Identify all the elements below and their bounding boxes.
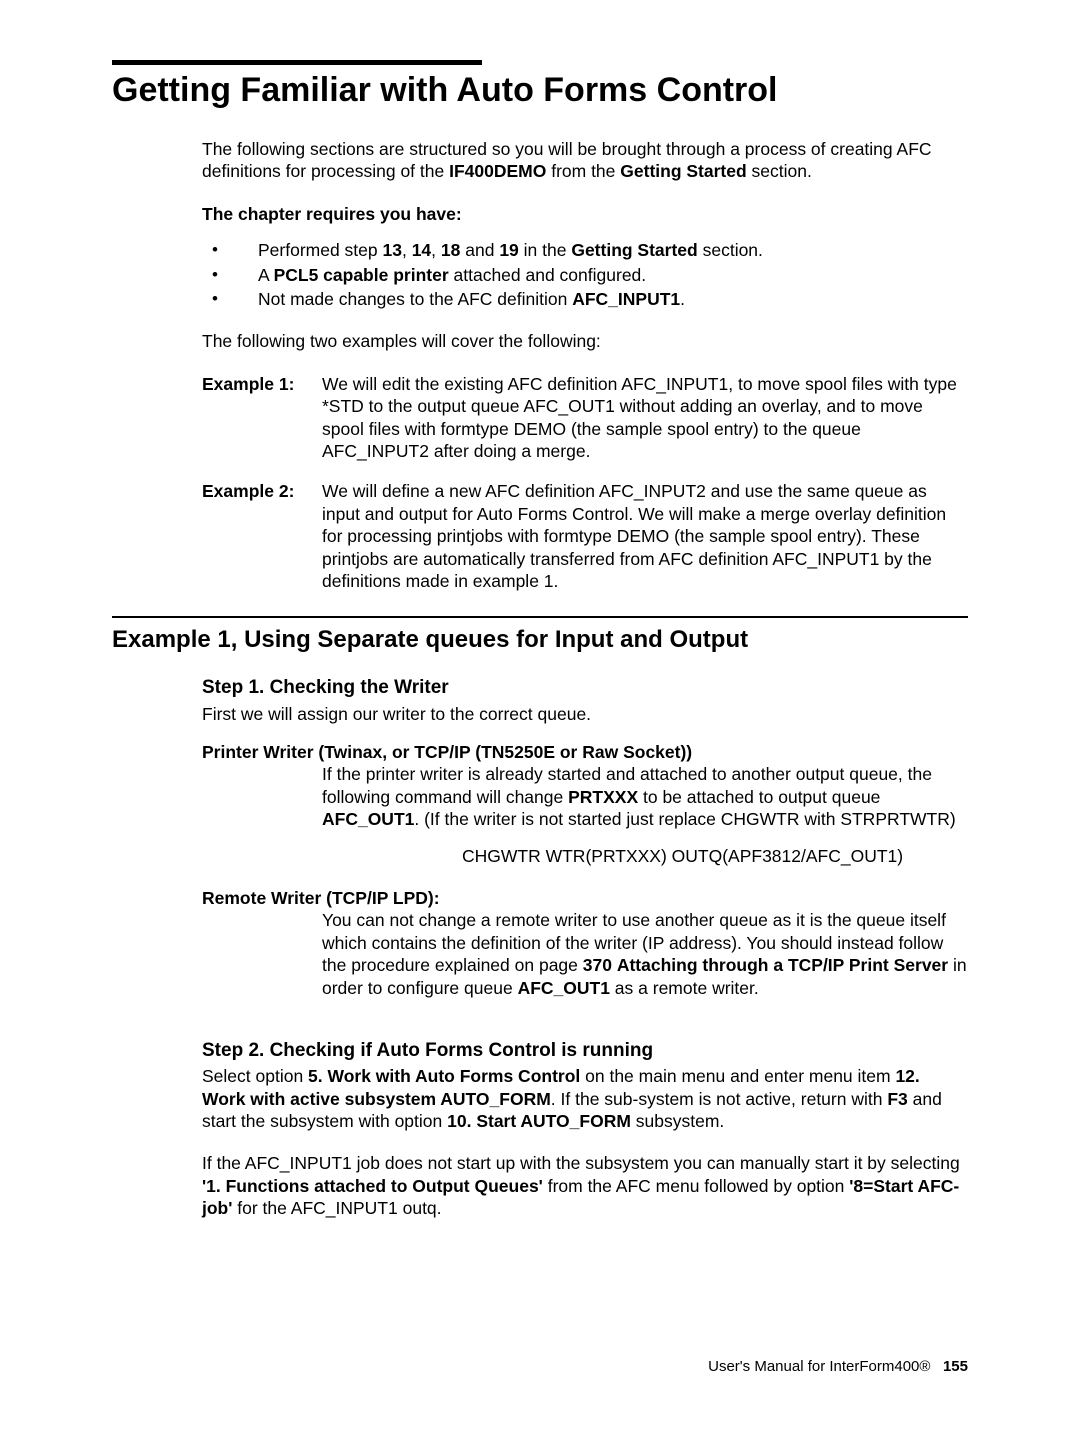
bold-text: PCL5 capable printer bbox=[274, 265, 449, 285]
bold-text: AFC_OUT1 bbox=[518, 978, 610, 998]
step-1-title: Step 1. Checking the Writer bbox=[202, 676, 968, 700]
text: subsystem. bbox=[631, 1111, 724, 1131]
text: If the AFC_INPUT1 job does not start up … bbox=[202, 1153, 960, 1173]
remote-writer-block: Remote Writer (TCP/IP LPD): You can not … bbox=[202, 887, 968, 999]
step-2-p2: If the AFC_INPUT1 job does not start up … bbox=[202, 1152, 968, 1219]
bold-text: 5. Work with Auto Forms Control bbox=[308, 1066, 580, 1086]
bold-text: F3 bbox=[887, 1089, 907, 1109]
list-item: A PCL5 capable printer attached and conf… bbox=[202, 264, 968, 286]
section-rule bbox=[112, 616, 968, 618]
text: section. bbox=[698, 240, 763, 260]
intro-paragraph: The following sections are structured so… bbox=[202, 138, 968, 183]
step-1-lead: First we will assign our writer to the c… bbox=[202, 703, 968, 725]
text: Select option bbox=[202, 1066, 308, 1086]
text: Performed step bbox=[258, 240, 383, 260]
text: attached and configured. bbox=[449, 265, 647, 285]
printer-writer-body: If the printer writer is already started… bbox=[322, 763, 968, 867]
text: section. bbox=[747, 161, 812, 181]
example-2-text: We will define a new AFC definition AFC_… bbox=[322, 480, 968, 592]
example-1-row: Example 1: We will edit the existing AFC… bbox=[202, 373, 968, 463]
command-line: CHGWTR WTR(PRTXXX) OUTQ(APF3812/AFC_OUT1… bbox=[462, 845, 968, 867]
footer-text: User's Manual for InterForm400® bbox=[708, 1358, 930, 1375]
bold-text: AFC_OUT1 bbox=[322, 809, 414, 829]
remote-writer-head: Remote Writer (TCP/IP LPD): bbox=[202, 887, 968, 909]
bold-text: 19 bbox=[499, 240, 518, 260]
example-2-row: Example 2: We will define a new AFC defi… bbox=[202, 480, 968, 592]
page-title: Getting Familiar with Auto Forms Control bbox=[112, 71, 968, 110]
bold-text: 14 bbox=[412, 240, 431, 260]
text: . If the sub-system is not active, retur… bbox=[551, 1089, 888, 1109]
text: , bbox=[402, 240, 412, 260]
printer-writer-block: Printer Writer (Twinax, or TCP/IP (TN525… bbox=[202, 741, 968, 867]
step-2-title: Step 2. Checking if Auto Forms Control i… bbox=[202, 1039, 968, 1063]
text: as a remote writer. bbox=[610, 978, 759, 998]
text: for the AFC_INPUT1 outq. bbox=[232, 1198, 441, 1218]
intro-block: The following sections are structured so… bbox=[202, 138, 968, 592]
list-item: Not made changes to the AFC definition A… bbox=[202, 288, 968, 310]
bold-text: PRTXXX bbox=[568, 787, 638, 807]
example-1-text: We will edit the existing AFC definition… bbox=[322, 373, 968, 463]
text: . bbox=[680, 289, 685, 309]
text: A bbox=[258, 265, 274, 285]
text: from the AFC menu followed by option bbox=[543, 1176, 849, 1196]
requirements-head: The chapter requires you have: bbox=[202, 203, 968, 225]
bold-text: '1. Functions attached to Output Queues' bbox=[202, 1176, 543, 1196]
document-page: Getting Familiar with Auto Forms Control… bbox=[0, 0, 1080, 1435]
cover-paragraph: The following two examples will cover th… bbox=[202, 330, 968, 352]
remote-writer-body: You can not change a remote writer to us… bbox=[322, 909, 968, 999]
bold-text: IF400DEMO bbox=[449, 161, 546, 181]
step-2-p1: Select option 5. Work with Auto Forms Co… bbox=[202, 1065, 968, 1132]
text: . (If the writer is not started just rep… bbox=[414, 809, 955, 829]
text: to be attached to output queue bbox=[638, 787, 880, 807]
text: from the bbox=[546, 161, 620, 181]
page-footer: User's Manual for InterForm400® 155 bbox=[708, 1358, 968, 1375]
text: Not made changes to the AFC definition bbox=[258, 289, 572, 309]
example-2-label: Example 2: bbox=[202, 480, 322, 592]
bold-text: 370 bbox=[583, 955, 612, 975]
requirements-list: Performed step 13, 14, 18 and 19 in the … bbox=[202, 239, 968, 310]
printer-writer-head: Printer Writer (Twinax, or TCP/IP (TN525… bbox=[202, 741, 968, 763]
step-1-block: Step 1. Checking the Writer First we wil… bbox=[202, 676, 968, 1219]
text: in the bbox=[519, 240, 572, 260]
bold-text: AFC_INPUT1 bbox=[572, 289, 680, 309]
text: , bbox=[431, 240, 441, 260]
example-1-label: Example 1: bbox=[202, 373, 322, 463]
bold-text: Getting Started bbox=[571, 240, 697, 260]
bold-text: Getting Started bbox=[620, 161, 746, 181]
bold-text: 18 bbox=[441, 240, 460, 260]
list-item: Performed step 13, 14, 18 and 19 in the … bbox=[202, 239, 968, 261]
bold-text: Attaching through a TCP/IP Print Server bbox=[617, 955, 948, 975]
text: and bbox=[460, 240, 499, 260]
section-title: Example 1, Using Separate queues for Inp… bbox=[112, 626, 968, 654]
text: on the main menu and enter menu item bbox=[580, 1066, 895, 1086]
title-rule bbox=[112, 60, 482, 65]
page-number: 155 bbox=[943, 1358, 968, 1375]
bold-text: 10. Start AUTO_FORM bbox=[447, 1111, 631, 1131]
bold-text: 13 bbox=[383, 240, 402, 260]
